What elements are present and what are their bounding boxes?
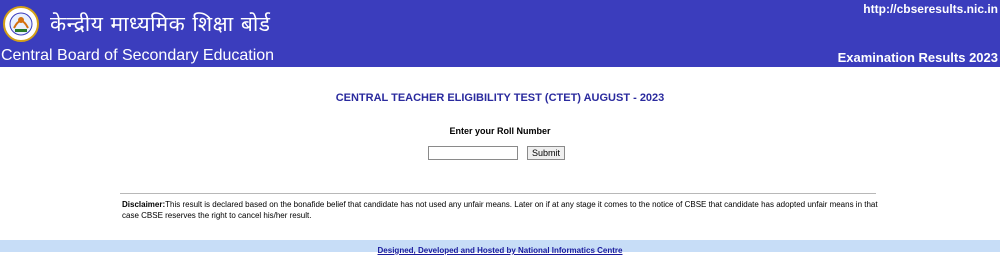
- disclaimer-text: This result is declared based on the bon…: [122, 200, 878, 220]
- divider: [120, 193, 876, 194]
- roll-number-input[interactable]: [428, 146, 518, 160]
- disclaimer-label: Disclaimer:: [122, 200, 166, 209]
- hindi-board-title: केन्द्रीय माध्यमिक शिक्षा बोर्ड: [50, 12, 271, 36]
- nic-credit-link[interactable]: Designed, Developed and Hosted by Nation…: [378, 246, 623, 255]
- header-banner: केन्द्रीय माध्यमिक शिक्षा बोर्ड Central …: [0, 0, 1000, 67]
- cbse-emblem-icon: [3, 6, 39, 42]
- roll-number-label: Enter your Roll Number: [449, 126, 551, 136]
- board-name: Central Board of Secondary Education: [1, 47, 275, 64]
- footer: Designed, Developed and Hosted by Nation…: [0, 240, 1000, 255]
- page-title: Examination Results 2023: [837, 50, 998, 65]
- submit-button[interactable]: Submit: [527, 146, 565, 160]
- site-url: http://cbseresults.nic.in: [863, 2, 998, 16]
- exam-title: CENTRAL TEACHER ELIGIBILITY TEST (CTET) …: [335, 92, 665, 104]
- disclaimer: Disclaimer:This result is declared based…: [122, 199, 882, 221]
